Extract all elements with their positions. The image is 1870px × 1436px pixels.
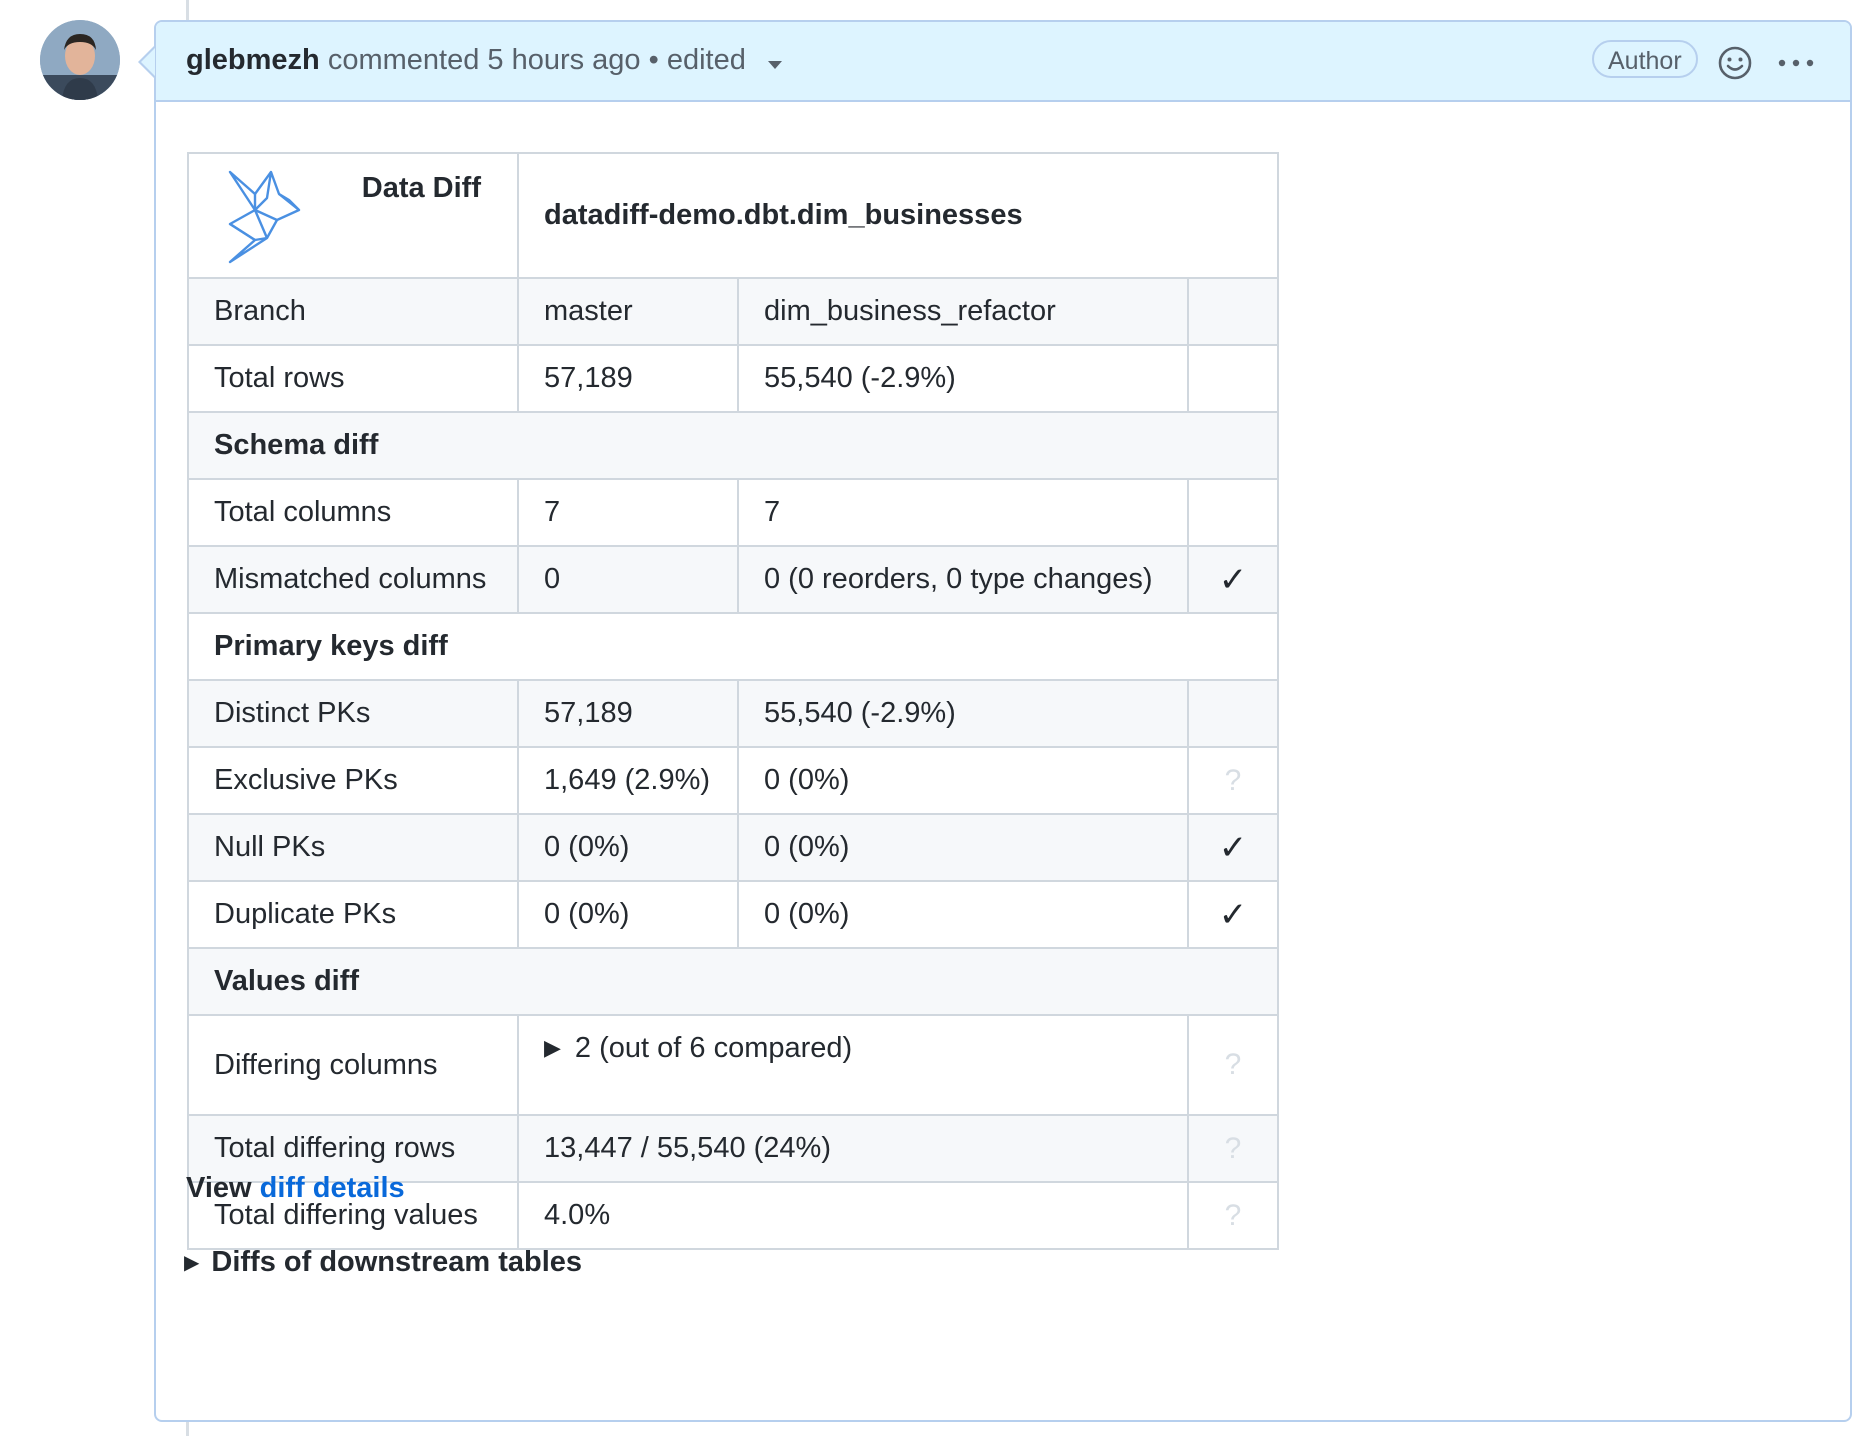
- compare-value: 0 (0 reorders, 0 type changes): [737, 545, 1189, 614]
- base-value: 7: [517, 478, 739, 547]
- author-badge: Author: [1592, 40, 1698, 78]
- comment-time[interactable]: 5 hours ago: [487, 44, 640, 76]
- compare-value: 7: [737, 478, 1189, 547]
- status-cell: ✓: [1187, 545, 1279, 614]
- row-value: 13,447 / 55,540 (24%): [517, 1114, 1189, 1183]
- downstream-diffs-toggle[interactable]: ▶ Diffs of downstream tables: [184, 1246, 582, 1279]
- base-value: 57,189: [517, 344, 739, 413]
- meta-separator: •: [648, 44, 659, 76]
- table-row: Exclusive PKs 1,649 (2.9%) 0 (0%)?: [187, 746, 1279, 815]
- table-row: Mismatched columns 0 0 (0 reorders, 0 type…: [187, 545, 1279, 614]
- table-row: Total rows 57,189 55,540 (-2.9%): [187, 344, 1279, 413]
- chevron-down-icon: [767, 45, 782, 78]
- table-row: Distinct PKs 57,189 55,540 (-2.9%): [187, 679, 1279, 748]
- section-title: Values diff: [187, 947, 1279, 1016]
- logo-title: Data Diff: [361, 172, 481, 204]
- author-link[interactable]: glebmezh: [186, 44, 320, 76]
- kebab-menu-icon[interactable]: [1774, 44, 1818, 82]
- triangle-right-icon: ▶: [544, 1035, 561, 1060]
- diff-details-link[interactable]: diff details: [260, 1172, 405, 1204]
- status-cell: ?: [1187, 1014, 1279, 1116]
- comment-header: glebmezh commented 5 hours ago • edited …: [156, 22, 1850, 102]
- status-cell-empty: [1187, 478, 1279, 547]
- row-value: 4.0%: [517, 1181, 1189, 1250]
- row-label: Total columns: [187, 478, 519, 547]
- section-row: Primary keys diff: [187, 612, 1279, 681]
- row-value: 2 (out of 6 compared): [574, 1032, 853, 1064]
- section-title: Primary keys diff: [187, 612, 1279, 681]
- table-row: Branch master dim_business_refactor: [187, 277, 1279, 346]
- base-value: 1,649 (2.9%): [517, 746, 739, 815]
- row-label: Distinct PKs: [187, 679, 519, 748]
- avatar[interactable]: [40, 20, 120, 100]
- view-diff-details: View diff details: [186, 1172, 405, 1205]
- table-row: Differing columns ▶ 2 (out of 6 compared)?: [187, 1014, 1279, 1116]
- table-row: Total columns 7 7: [187, 478, 1279, 547]
- checkmark-icon: ✓: [1218, 828, 1248, 867]
- compare-value: 0 (0%): [737, 813, 1189, 882]
- status-cell: ✓: [1187, 880, 1279, 949]
- row-label: Null PKs: [187, 813, 519, 882]
- question-icon[interactable]: ?: [1225, 1048, 1242, 1081]
- checkmark-icon: ✓: [1218, 895, 1248, 934]
- comment-box: glebmezh commented 5 hours ago • edited …: [154, 20, 1852, 1422]
- status-cell: ?: [1187, 746, 1279, 815]
- question-icon[interactable]: ?: [1225, 764, 1242, 797]
- compare-value: dim_business_refactor: [737, 277, 1189, 346]
- differing-columns-details[interactable]: ▶ 2 (out of 6 compared): [517, 1014, 1189, 1116]
- triangle-right-icon: ▶: [184, 1252, 200, 1274]
- table-row: Null PKs 0 (0%) 0 (0%) ✓: [187, 813, 1279, 882]
- row-label: Total rows: [187, 344, 519, 413]
- comment-action: commented: [327, 44, 480, 76]
- status-cell-empty: [1187, 344, 1279, 413]
- base-value: master: [517, 277, 739, 346]
- comment-pointer-fill: [141, 48, 155, 76]
- row-label: Mismatched columns: [187, 545, 519, 614]
- datafold-logo-icon: [228, 170, 301, 264]
- compare-value: 0 (0%): [737, 746, 1189, 815]
- question-icon[interactable]: ?: [1225, 1199, 1242, 1232]
- table-header-row: Data Diff datadiff-demo.dbt.dim_business…: [187, 152, 1279, 279]
- status-cell: ?: [1187, 1114, 1279, 1183]
- section-row: Schema diff: [187, 411, 1279, 480]
- section-title: Schema diff: [187, 411, 1279, 480]
- table-title: datadiff-demo.dbt.dim_businesses: [517, 152, 1279, 279]
- edited-label: edited: [666, 44, 746, 76]
- smiley-icon[interactable]: [1716, 44, 1754, 82]
- base-value: 57,189: [517, 679, 739, 748]
- base-value: 0 (0%): [517, 880, 739, 949]
- table-row: Duplicate PKs 0 (0%) 0 (0%) ✓: [187, 880, 1279, 949]
- status-cell: ✓: [1187, 813, 1279, 882]
- base-value: 0 (0%): [517, 813, 739, 882]
- downstream-label: Diffs of downstream tables: [211, 1246, 583, 1278]
- row-label: Branch: [187, 277, 519, 346]
- view-prefix: View: [186, 1172, 252, 1204]
- comment-body: Data Diff datadiff-demo.dbt.dim_business…: [156, 102, 1850, 1420]
- row-label: Exclusive PKs: [187, 746, 519, 815]
- data-diff-table: Data Diff datadiff-demo.dbt.dim_business…: [187, 152, 1279, 1250]
- status-cell-empty: [1187, 679, 1279, 748]
- question-icon[interactable]: ?: [1225, 1132, 1242, 1165]
- edited-dropdown[interactable]: edited: [667, 44, 782, 76]
- base-value: 0: [517, 545, 739, 614]
- logo-cell: Data Diff: [187, 152, 519, 279]
- status-cell-empty: [1187, 277, 1279, 346]
- row-label: Duplicate PKs: [187, 880, 519, 949]
- compare-value: 55,540 (-2.9%): [737, 679, 1189, 748]
- section-row: Values diff: [187, 947, 1279, 1016]
- compare-value: 0 (0%): [737, 880, 1189, 949]
- compare-value: 55,540 (-2.9%): [737, 344, 1189, 413]
- checkmark-icon: ✓: [1218, 560, 1248, 599]
- row-label: Differing columns: [187, 1014, 519, 1116]
- status-cell: ?: [1187, 1181, 1279, 1250]
- comment-meta: glebmezh commented 5 hours ago • edited: [186, 44, 782, 78]
